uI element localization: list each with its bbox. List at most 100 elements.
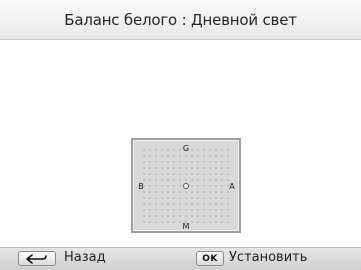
grid-dot [173, 167, 175, 169]
grid-dot [203, 197, 205, 199]
grid-dot [215, 173, 217, 175]
grid-dot [227, 191, 229, 193]
grid-dot [221, 179, 223, 181]
grid-dot [221, 155, 223, 157]
grid-dot [155, 185, 157, 187]
wb-grid-canvas: G M B A [138, 144, 235, 231]
grid-dot [179, 155, 181, 157]
grid-dot [191, 161, 193, 163]
grid-dot [197, 155, 199, 157]
grid-dot [167, 161, 169, 163]
grid-dot [209, 203, 211, 205]
grid-dot [173, 221, 175, 223]
grid-dot [185, 161, 187, 163]
grid-dot [209, 161, 211, 163]
grid-dot [179, 221, 181, 223]
grid-dot [155, 197, 157, 199]
grid-dot [161, 197, 163, 199]
grid-dot [221, 191, 223, 193]
grid-dot [185, 191, 187, 193]
grid-dot [149, 149, 151, 151]
grid-dot [215, 179, 217, 181]
axis-label-left: B [138, 182, 144, 191]
grid-dot [143, 161, 145, 163]
grid-dot [149, 221, 151, 223]
grid-dot [167, 209, 169, 211]
grid-dot [155, 203, 157, 205]
grid-dot [227, 155, 229, 157]
grid-dot [197, 203, 199, 205]
grid-dot [209, 209, 211, 211]
grid-dot [209, 185, 211, 187]
grid-dot [161, 149, 163, 151]
wb-cursor-marker[interactable] [183, 183, 189, 189]
grid-dot [203, 149, 205, 151]
grid-dot [161, 191, 163, 193]
grid-dot [221, 161, 223, 163]
grid-dot [143, 191, 145, 193]
grid-dot [191, 203, 193, 205]
grid-dot [149, 203, 151, 205]
grid-dot [227, 161, 229, 163]
grid-dot [221, 197, 223, 199]
title-bar: Баланс белого : Дневной свет [0, 0, 361, 40]
grid-dot [191, 155, 193, 157]
grid-dot [143, 167, 145, 169]
grid-dot [155, 167, 157, 169]
grid-dot [191, 173, 193, 175]
grid-dot [215, 221, 217, 223]
grid-dot [149, 161, 151, 163]
grid-dot [143, 173, 145, 175]
white-balance-fine-tune-grid[interactable]: G M B A [131, 138, 241, 233]
grid-dot [179, 149, 181, 151]
grid-dot [155, 221, 157, 223]
grid-dot [191, 179, 193, 181]
grid-dot [161, 209, 163, 211]
ok-button[interactable]: OK [196, 251, 224, 266]
grid-dot [173, 179, 175, 181]
grid-dot [143, 149, 145, 151]
grid-dot [173, 155, 175, 157]
back-button[interactable] [18, 251, 56, 266]
grid-dot [149, 173, 151, 175]
grid-dot [197, 197, 199, 199]
axis-label-bottom: M [183, 222, 190, 231]
grid-dot [227, 215, 229, 217]
ok-key-label: OK [202, 253, 218, 264]
grid-dot [203, 209, 205, 211]
grid-dot [155, 209, 157, 211]
grid-dot [227, 173, 229, 175]
grid-dot [149, 185, 151, 187]
grid-dot [197, 167, 199, 169]
axis-label-top: G [183, 144, 189, 153]
grid-dot [161, 179, 163, 181]
grid-dot [167, 185, 169, 187]
grid-dot [197, 209, 199, 211]
grid-dot [173, 191, 175, 193]
grid-dot [215, 161, 217, 163]
grid-dot [221, 203, 223, 205]
grid-dot [209, 179, 211, 181]
grid-dot [203, 203, 205, 205]
grid-dot [215, 185, 217, 187]
grid-dot [221, 209, 223, 211]
grid-dot [209, 197, 211, 199]
grid-dot [215, 197, 217, 199]
grid-dot [203, 215, 205, 217]
grid-dot [191, 149, 193, 151]
grid-dot [203, 191, 205, 193]
grid-dot [167, 191, 169, 193]
grid-dot [203, 185, 205, 187]
grid-dot [221, 167, 223, 169]
grid-dot [185, 179, 187, 181]
camera-screen: Баланс белого : Дневной свет G M B A Наз… [0, 0, 361, 270]
grid-dot [179, 179, 181, 181]
grid-dot [197, 221, 199, 223]
grid-dot [185, 155, 187, 157]
grid-dot [143, 179, 145, 181]
grid-dot [227, 179, 229, 181]
grid-dot [179, 185, 181, 187]
grid-dot [167, 221, 169, 223]
grid-dot [143, 209, 145, 211]
grid-dot [155, 155, 157, 157]
